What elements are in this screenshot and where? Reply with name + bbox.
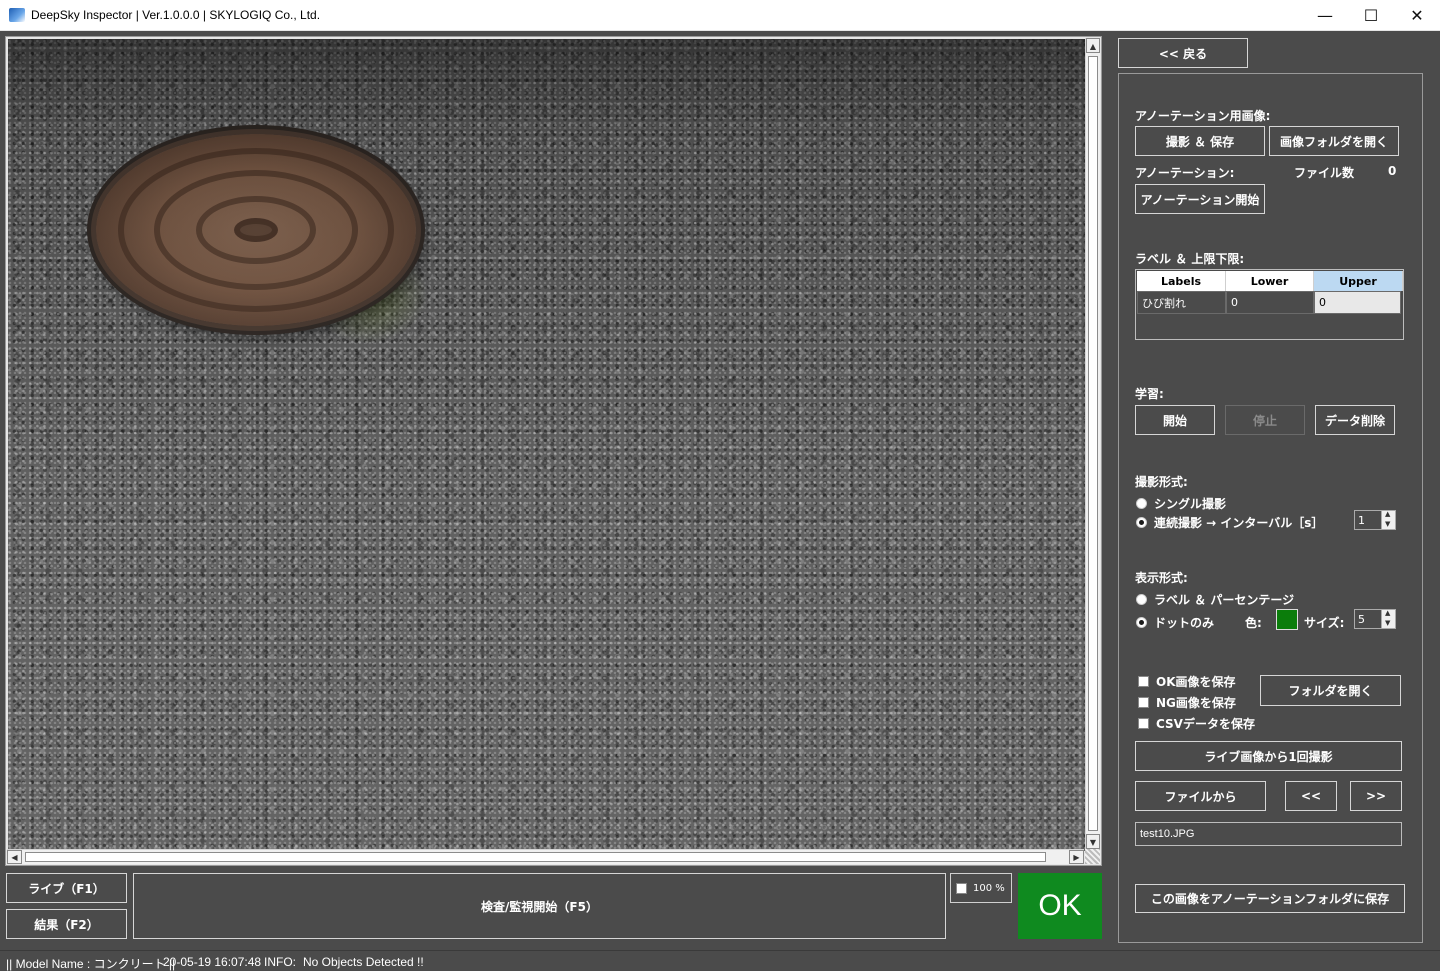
interval-stepper[interactable]: 1 — [1354, 510, 1396, 530]
color-label: 色: — [1245, 616, 1262, 630]
save-ng-label: NG画像を保存 — [1156, 696, 1236, 710]
file-count-value: 0 — [1388, 164, 1397, 178]
single-capture-radio[interactable] — [1136, 498, 1147, 509]
save-ng-checkbox[interactable] — [1138, 697, 1149, 708]
grid-header-lower[interactable]: Lower — [1226, 271, 1314, 291]
vertical-scrollbar[interactable]: ▲ ▼ — [1085, 38, 1100, 849]
resize-grip-icon[interactable] — [1085, 849, 1100, 864]
live-button[interactable]: ライブ（F1） — [6, 873, 127, 903]
save-ok-checkbox[interactable] — [1138, 676, 1149, 687]
save-ok-option[interactable]: OK画像を保存 — [1138, 673, 1236, 690]
title-bar: DeepSky Inspector | Ver.1.0.0.0 | SKYLOG… — [0, 0, 1440, 31]
maximize-button[interactable]: ☐ — [1348, 0, 1394, 31]
image-viewport[interactable]: ▲ ▼ ◀ ▶ — [5, 36, 1102, 866]
annotation-image-label: アノーテーション用画像: — [1135, 109, 1271, 123]
grid-header-labels[interactable]: Labels — [1137, 271, 1226, 291]
save-to-annotation-folder-button[interactable]: この画像をアノーテーションフォルダに保存 — [1135, 884, 1405, 913]
minimize-button[interactable]: — — [1302, 0, 1348, 31]
info-message: No Objects Detected !! — [303, 955, 424, 969]
learn-start-button[interactable]: 開始 — [1135, 405, 1215, 435]
dot-only-radio[interactable] — [1136, 617, 1147, 628]
result-button[interactable]: 結果（F2） — [6, 909, 127, 939]
filename-field[interactable]: test10.JPG — [1135, 822, 1402, 846]
next-image-button[interactable]: >> — [1350, 781, 1402, 811]
label-limits-grid[interactable]: Labels Lower Upper ひび割れ 0 0 — [1135, 269, 1404, 340]
dot-only-option[interactable]: ドットのみ — [1136, 614, 1214, 631]
horizontal-scroll-thumb[interactable] — [25, 852, 1046, 862]
grid-cell-label[interactable]: ひび割れ — [1137, 291, 1226, 314]
status-bar: || Model Name : コンクリート || 20-05-19 16:07… — [0, 950, 1440, 971]
save-ok-label: OK画像を保存 — [1156, 675, 1236, 689]
judgement-indicator: OK — [1018, 873, 1102, 939]
open-folder-button[interactable]: フォルダを開く — [1260, 675, 1401, 706]
file-count-label: ファイル数 — [1294, 166, 1355, 180]
capture-mode-label: 撮影形式: — [1135, 475, 1188, 489]
save-csv-option[interactable]: CSVデータを保存 — [1138, 715, 1255, 732]
start-annotation-button[interactable]: アノーテーション開始 — [1135, 184, 1265, 214]
learn-stop-button[interactable]: 停止 — [1225, 405, 1305, 435]
model-name: || Model Name : コンクリート || — [6, 957, 176, 971]
interval-spin-arrows-icon[interactable] — [1381, 510, 1395, 529]
continuous-capture-label: 連続撮影 → インターバル［s］ — [1154, 516, 1324, 530]
size-stepper[interactable]: 5 — [1354, 609, 1396, 629]
info-label: INFO: — [264, 955, 296, 969]
capture-once-button[interactable]: ライブ画像から1回撮影 — [1135, 741, 1402, 771]
save-ng-option[interactable]: NG画像を保存 — [1138, 694, 1236, 711]
prev-image-button[interactable]: << — [1285, 781, 1337, 811]
delete-data-button[interactable]: データ削除 — [1315, 405, 1395, 435]
size-spin-arrows-icon[interactable] — [1381, 609, 1395, 628]
grid-header-upper[interactable]: Upper — [1314, 271, 1403, 291]
single-capture-option[interactable]: シングル撮影 — [1136, 495, 1226, 512]
status-timestamp: 20-05-19 16:07:48 — [163, 955, 262, 969]
window-title: DeepSky Inspector | Ver.1.0.0.0 | SKYLOG… — [31, 8, 321, 22]
scroll-left-icon[interactable]: ◀ — [7, 850, 22, 864]
zoom-label: 100 % — [973, 882, 1005, 894]
interval-value[interactable]: 1 — [1358, 514, 1365, 527]
label-percentage-radio[interactable] — [1136, 594, 1147, 605]
from-file-button[interactable]: ファイルから — [1135, 781, 1266, 811]
continuous-capture-option[interactable]: 連続撮影 → インターバル［s］ — [1136, 514, 1323, 531]
scroll-up-icon[interactable]: ▲ — [1086, 38, 1100, 53]
label-percentage-label: ラベル ＆ パーセンテージ — [1154, 593, 1295, 607]
display-mode-label: 表示形式: — [1135, 571, 1188, 585]
vertical-scroll-thumb[interactable] — [1088, 56, 1098, 831]
app-logo-icon — [9, 8, 25, 22]
single-capture-label: シングル撮影 — [1154, 497, 1227, 511]
zoom-checkbox[interactable] — [956, 882, 967, 894]
open-image-folder-button[interactable]: 画像フォルダを開く — [1269, 126, 1399, 156]
scroll-down-icon[interactable]: ▼ — [1086, 834, 1100, 849]
inspect-start-button[interactable]: 検査/監視開始（F5） — [133, 873, 946, 939]
label-limits-label: ラベル ＆ 上限下限: — [1135, 252, 1245, 266]
continuous-capture-radio[interactable] — [1136, 517, 1147, 528]
grid-cell-upper[interactable]: 0 — [1314, 291, 1401, 314]
close-button[interactable]: ✕ — [1394, 0, 1440, 31]
size-label: サイズ: — [1304, 616, 1345, 630]
learning-label: 学習: — [1135, 387, 1164, 401]
save-csv-checkbox[interactable] — [1138, 718, 1149, 729]
grid-cell-lower[interactable]: 0 — [1226, 291, 1314, 314]
inspection-image — [8, 39, 1085, 851]
annotation-label: アノーテーション: — [1135, 166, 1235, 180]
horizontal-scrollbar[interactable]: ◀ ▶ — [7, 849, 1084, 864]
scroll-right-icon[interactable]: ▶ — [1069, 850, 1084, 864]
size-value[interactable]: 5 — [1358, 613, 1365, 626]
save-csv-label: CSVデータを保存 — [1156, 717, 1255, 731]
dot-only-label: ドットのみ — [1154, 616, 1215, 630]
back-button[interactable]: << 戻る — [1118, 38, 1248, 68]
label-percentage-option[interactable]: ラベル ＆ パーセンテージ — [1136, 591, 1294, 608]
dot-color-swatch[interactable] — [1276, 609, 1298, 630]
zoom-toggle[interactable]: 100 % — [950, 873, 1012, 903]
capture-save-button[interactable]: 撮影 ＆ 保存 — [1135, 126, 1265, 156]
